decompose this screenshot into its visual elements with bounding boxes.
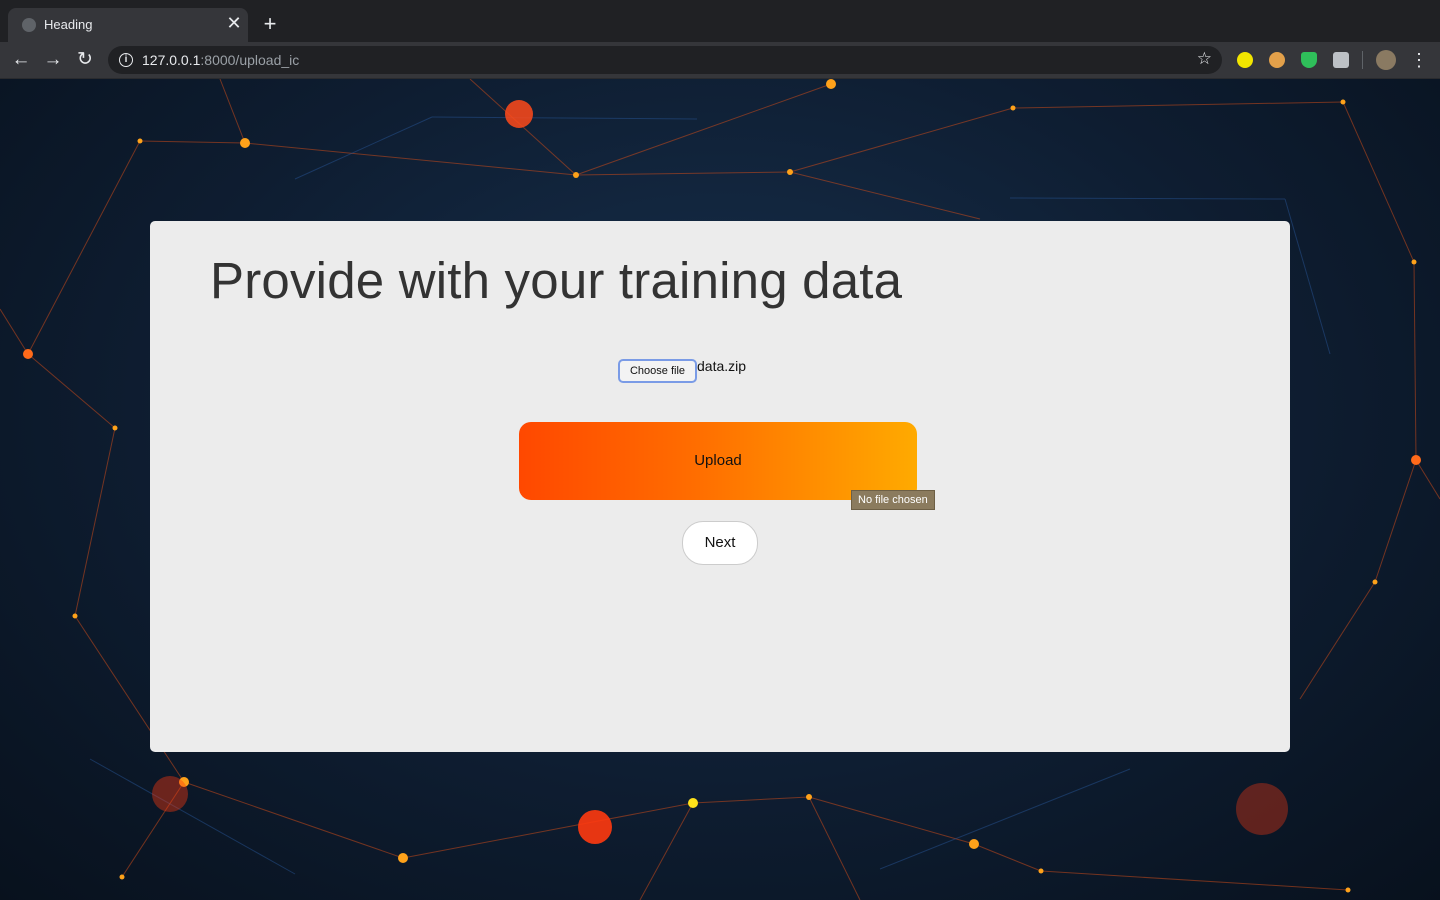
url-host: 127.0.0.1 (142, 52, 201, 68)
browser-tabstrip: Heading ✕ + (0, 0, 1440, 42)
bookmark-star-icon[interactable]: ☆ (1197, 49, 1212, 69)
page-background: Provide with your training data Choose f… (0, 79, 1440, 900)
new-tab-icon[interactable]: + (258, 12, 282, 36)
profile-avatar[interactable] (1376, 50, 1396, 70)
info-icon[interactable]: i (119, 53, 133, 67)
reload-icon[interactable]: ↻ (73, 48, 97, 72)
browser-toolbar: ← → ↻ i 127.0.0.1:8000/upload_ic ☆ ⋮ (0, 42, 1440, 79)
close-tab-icon[interactable]: ✕ (224, 13, 244, 33)
tab-title: Heading (44, 17, 93, 32)
page-heading: Provide with your training data (210, 252, 903, 309)
arrow-extension-icon[interactable] (1237, 52, 1253, 68)
choose-file-button[interactable]: Choose file (618, 359, 697, 383)
back-icon[interactable]: ← (9, 48, 33, 72)
browser-menu-icon[interactable]: ⋮ (1410, 50, 1428, 70)
camera-extension-icon[interactable] (1333, 52, 1349, 68)
browser-tab[interactable]: Heading ✕ (8, 8, 248, 42)
upload-button[interactable]: Upload (519, 422, 917, 500)
file-tooltip: No file chosen (851, 490, 935, 510)
url-path: :8000/upload_ic (200, 52, 300, 68)
toolbar-divider (1362, 51, 1363, 69)
forward-icon[interactable]: → (41, 48, 65, 72)
shield-extension-icon[interactable] (1301, 52, 1317, 68)
upload-card: Provide with your training data Choose f… (150, 221, 1290, 752)
cookie-extension-icon[interactable] (1269, 52, 1285, 68)
next-button[interactable]: Next (682, 521, 758, 565)
globe-icon (22, 18, 36, 32)
url-text[interactable]: 127.0.0.1:8000/upload_ic (142, 52, 299, 68)
selected-file-name: data.zip (697, 358, 747, 374)
address-bar[interactable]: i 127.0.0.1:8000/upload_ic ☆ (108, 46, 1222, 74)
